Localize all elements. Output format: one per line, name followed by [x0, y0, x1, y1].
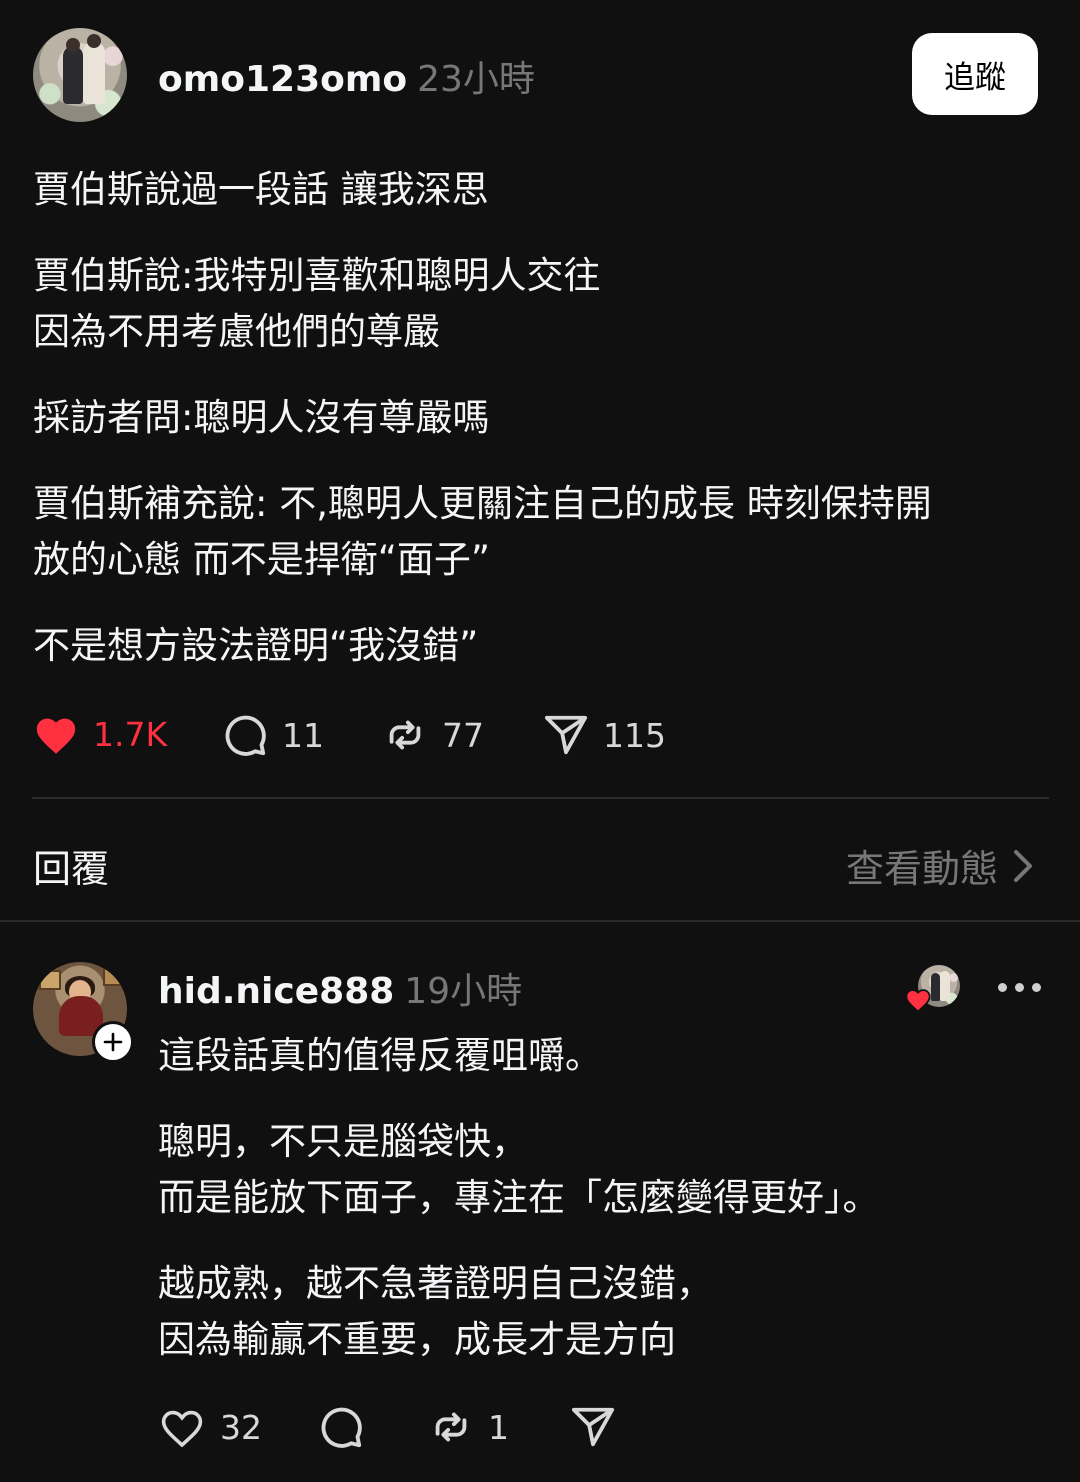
- reply-like-count: 32: [220, 1407, 262, 1447]
- reply-header: hid.nice888 19小時: [158, 962, 522, 1014]
- follow-button[interactable]: 追蹤: [912, 33, 1038, 115]
- post-paragraph: 不是想方設法證明“我沒錯”: [33, 624, 479, 667]
- post-divider: [32, 797, 1049, 799]
- reply-repost-count: 1: [488, 1407, 509, 1447]
- reply-paragraph: 越成熟，越不急著證明自己沒錯， 因為輸贏不重要，成長才是方向: [158, 1262, 713, 1361]
- share-button[interactable]: 115: [543, 712, 666, 758]
- follow-plus-button[interactable]: [92, 1021, 134, 1063]
- reply-body: 這段話真的值得反覆咀嚼。 聰明，不只是腦袋快， 而是能放下面子，專注在「怎麼變得…: [158, 1028, 1038, 1368]
- reply-like-button[interactable]: 32: [158, 1404, 262, 1450]
- reply-repost-button[interactable]: 1: [428, 1404, 509, 1450]
- repost-icon: [389, 720, 421, 750]
- post-paragraph: 賈伯斯說過一段話 讓我深思: [33, 168, 489, 211]
- author-avatar[interactable]: [33, 28, 127, 122]
- liked-heart-icon: [905, 989, 931, 1013]
- replies-divider: [0, 920, 1080, 922]
- like-count: 1.7K: [93, 714, 168, 754]
- post-paragraph: 賈伯斯說:我特別喜歡和聰明人交往 因為不用考慮他們的尊嚴: [33, 254, 601, 353]
- repost-button[interactable]: 77: [382, 712, 484, 758]
- heart-outline-icon: [161, 1410, 203, 1448]
- more-options-button[interactable]: [998, 981, 1041, 993]
- reply-time: 19小時: [404, 971, 523, 1012]
- reply-share-button[interactable]: [570, 1404, 616, 1450]
- post-paragraph: 賈伯斯補充說: 不,聰明人更關注自己的成長 時刻保持開 放的心態 而不是捍衛“面…: [33, 482, 932, 581]
- view-activity-label: 查看動態: [846, 847, 999, 891]
- author-username[interactable]: omo123omo: [158, 59, 407, 100]
- heart-filled-icon: [36, 718, 76, 754]
- send-icon: [571, 1407, 615, 1447]
- plus-icon: [103, 1032, 123, 1052]
- repost-icon: [435, 1412, 467, 1442]
- chevron-right-icon: [1014, 849, 1033, 882]
- more-icon-dot: [998, 982, 1007, 992]
- reply-paragraph: 這段話真的值得反覆咀嚼。: [158, 1034, 602, 1077]
- more-icon-dot: [1032, 982, 1041, 992]
- post-paragraph: 採訪者問:聰明人沒有尊嚴嗎: [33, 396, 490, 439]
- comment-icon: [321, 1407, 362, 1448]
- reply-username[interactable]: hid.nice888: [158, 971, 394, 1012]
- view-activity-link[interactable]: 查看動態: [846, 838, 1036, 893]
- comment-count: 11: [282, 715, 324, 755]
- like-button[interactable]: 1.7K: [33, 712, 167, 756]
- reply-comment-button[interactable]: [318, 1404, 364, 1450]
- post-time: 23小時: [417, 59, 535, 100]
- repost-count: 77: [442, 715, 484, 755]
- send-icon: [544, 715, 588, 755]
- post-header: omo123omo 23小時: [158, 50, 535, 102]
- share-count: 115: [603, 715, 666, 755]
- replies-title: 回覆: [33, 847, 110, 891]
- reply-paragraph: 聰明，不只是腦袋快， 而是能放下面子，專注在「怎麼變得更好」。: [158, 1120, 880, 1219]
- more-icon-dot: [1015, 982, 1024, 992]
- comment-button[interactable]: 11: [222, 712, 324, 758]
- post-body: 賈伯斯說過一段話 讓我深思 賈伯斯說:我特別喜歡和聰明人交往 因為不用考慮他們的…: [33, 162, 1043, 674]
- comment-icon: [225, 715, 266, 756]
